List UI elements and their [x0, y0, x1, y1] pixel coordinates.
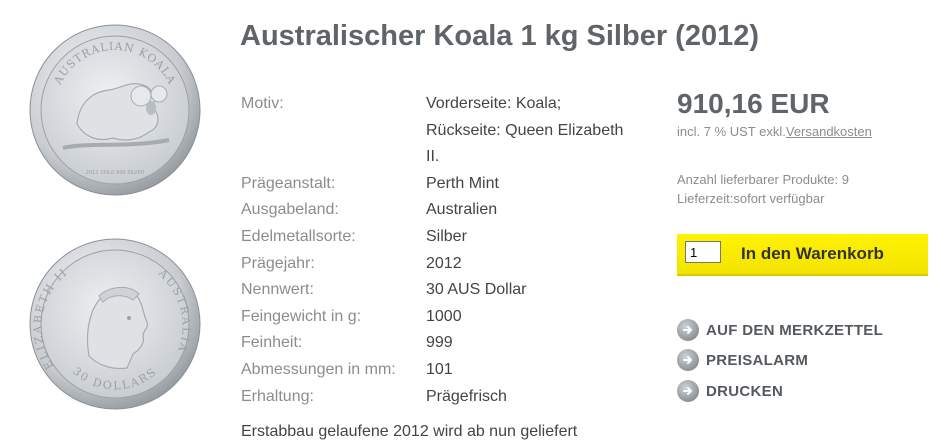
spec-label: Prägejahr: [241, 254, 315, 272]
spec-value: Prägefrisch [426, 387, 507, 405]
add-to-wishlist-link[interactable]: AUF DEN MERKZETTEL [677, 319, 883, 341]
spec-table: Motiv: Vorderseite: Koala; Rückseite: Qu… [241, 91, 661, 410]
spec-value: 101 [426, 360, 453, 378]
arrow-right-circle-icon [677, 319, 699, 341]
spec-label: Feingewicht in g: [241, 307, 362, 325]
coin-front-image[interactable]: AUSTRALIAN KOALA 2012 1KILO 999 SILVER [29, 24, 201, 196]
spec-value: 999 [426, 334, 453, 352]
spec-value: 2012 [426, 254, 462, 272]
spec-row-praegejahr: Prägejahr: 2012 [241, 251, 661, 278]
spec-row-edelmetallsorte: Edelmetallsorte: Silber [241, 224, 661, 251]
price-alert-link[interactable]: PREISALARM [677, 349, 808, 371]
spec-label: Abmessungen in mm: [241, 360, 396, 378]
spec-row-ausgabeland: Ausgabeland: Australien [241, 197, 661, 224]
spec-label: Motiv: [241, 95, 284, 112]
arrow-right-circle-icon [677, 349, 699, 371]
spec-row-abmessungen: Abmessungen in mm: 101 [241, 357, 661, 384]
stock-count: Anzahl lieferbarer Produkte: 9 [677, 172, 849, 187]
spec-row-motiv: Motiv: Vorderseite: Koala; Rückseite: Qu… [241, 91, 661, 171]
product-price: 910,16 EUR [677, 88, 830, 119]
spec-value: 1000 [426, 307, 462, 325]
action-label: DRUCKEN [706, 382, 784, 400]
spec-label: Nennwert: [241, 281, 314, 299]
shipping-costs-link[interactable]: Versandkosten [786, 124, 872, 139]
spec-row-feingewicht: Feingewicht in g: 1000 [241, 304, 661, 331]
add-to-cart-box: In den Warenkorb [677, 234, 928, 276]
quantity-input[interactable] [685, 241, 721, 263]
spec-value: Perth Mint [426, 174, 499, 192]
availability-info: Anzahl lieferbarer Produkte: 9 Lieferzei… [677, 170, 849, 208]
spec-label: Ausgabeland: [241, 201, 339, 219]
tax-note-text: incl. 7 % UST exkl. [677, 124, 786, 139]
spec-value: Silber [426, 227, 467, 245]
product-title: Australischer Koala 1 kg Silber (2012) [240, 20, 759, 52]
delivery-time: Lieferzeit:sofort verfügbar [677, 191, 825, 206]
product-description-text: Erstabbau gelaufene 2012 wird ab nun gel… [241, 423, 578, 440]
arrow-right-circle-icon [677, 380, 699, 402]
spec-value: 30 AUS Dollar [426, 281, 527, 299]
tax-note: incl. 7 % UST exkl.Versandkosten [677, 124, 872, 139]
spec-value: Australien [426, 201, 498, 219]
spec-row-erhaltung: Erhaltung: Prägefrisch [241, 384, 661, 411]
spec-label: Feinheit: [241, 334, 303, 352]
spec-label: Edelmetallsorte: [241, 227, 356, 245]
action-label: AUF DEN MERKZETTEL [706, 321, 884, 339]
spec-row-praegeanstalt: Prägeanstalt: Perth Mint [241, 171, 661, 198]
coin-front-inscription: 2012 1KILO 999 SILVER [86, 170, 145, 176]
print-link[interactable]: DRUCKEN [677, 380, 783, 402]
spec-row-feinheit: Feinheit: 999 [241, 330, 661, 357]
coin-back-image[interactable]: ELIZABETH II AUSTRALIA 30 DOLLARS [29, 238, 201, 410]
add-to-cart-button[interactable]: In den Warenkorb [733, 239, 923, 269]
spec-row-nennwert: Nennwert: 30 AUS Dollar [241, 277, 661, 304]
action-label: PREISALARM [706, 351, 809, 369]
spec-value: Vorderseite: Koala; Rückseite: Queen Eli… [426, 95, 624, 166]
spec-label: Erhaltung: [241, 387, 314, 405]
spec-label: Prägeanstalt: [241, 174, 336, 192]
